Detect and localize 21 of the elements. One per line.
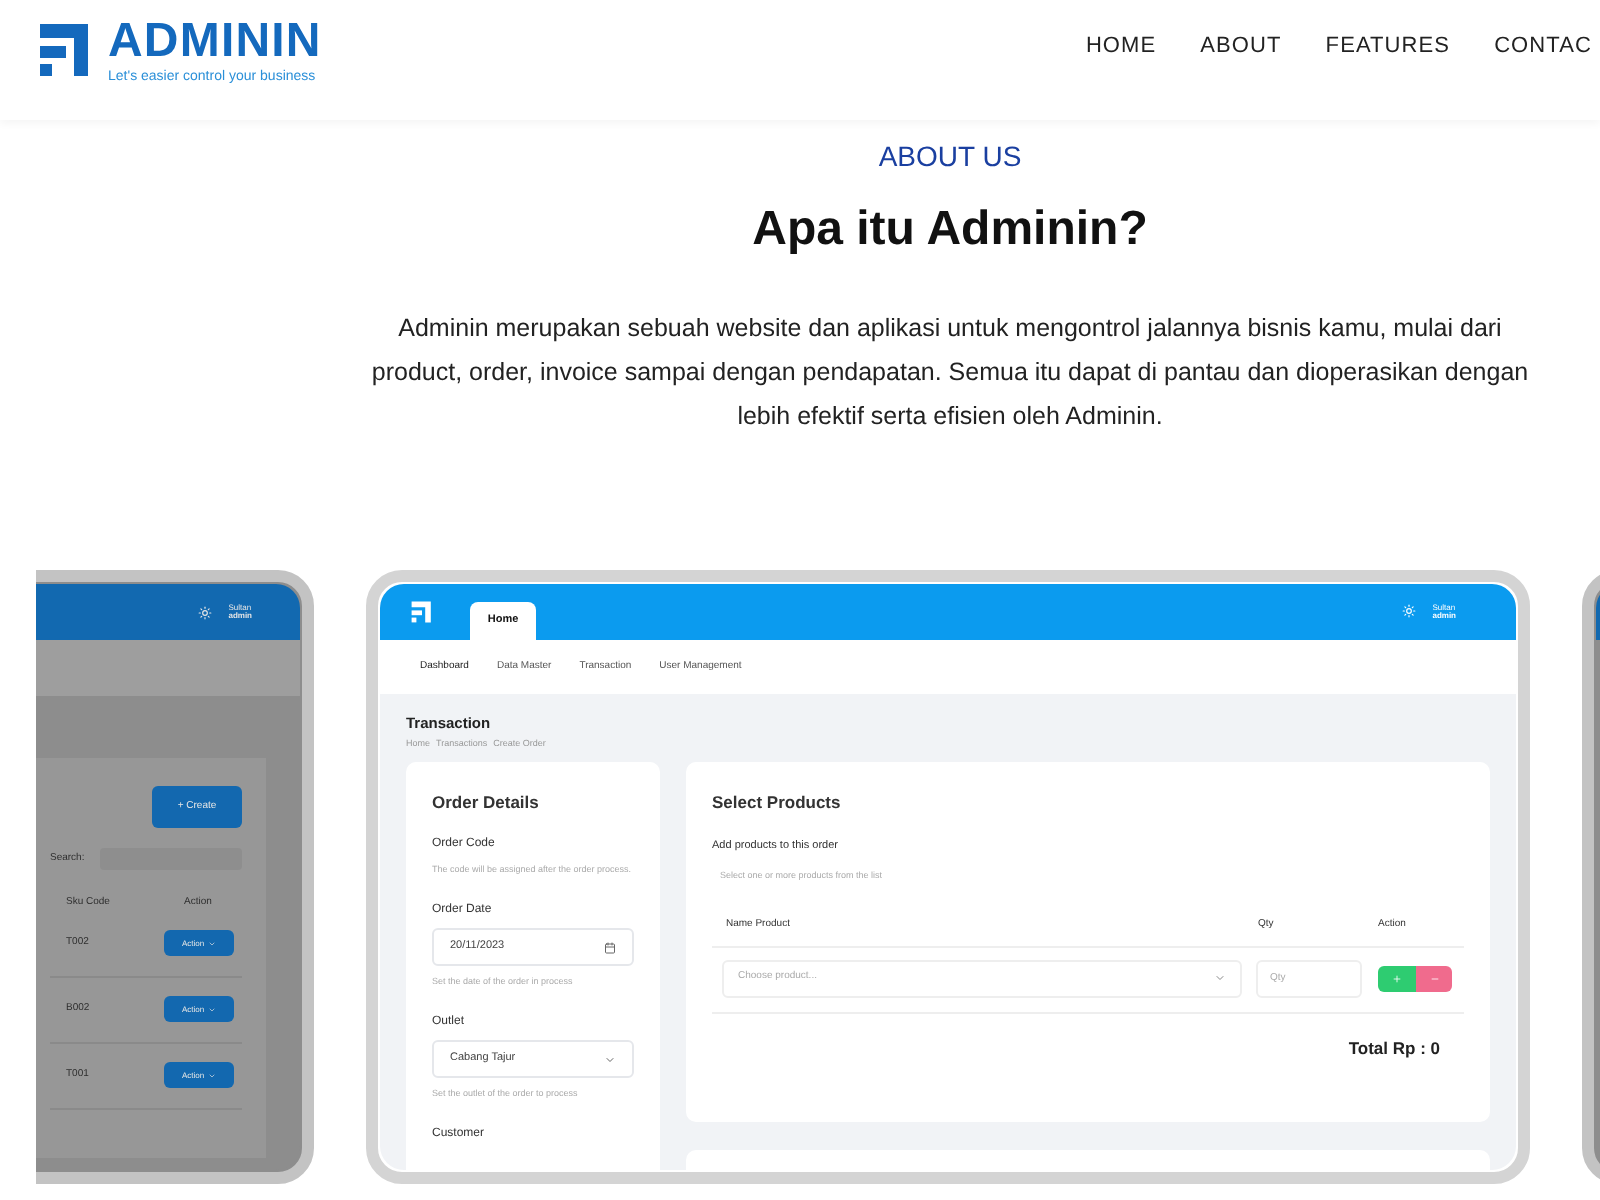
section-description: Adminin merupakan sebuah website dan aplikasi untuk mengontrol jalannya bisnis kamu, mulai dari product, order, invoice sampai dengan pendapatan. Semua itu dapat di pantau dan dioperasikan dengan lebih efektif serta efisien oleh Adminin. [369, 312, 1531, 434]
nav-link[interactable]: FEATURES [1325, 30, 1451, 63]
plus-icon [1392, 973, 1402, 983]
card-title: Order Details [432, 790, 541, 816]
logo-text: ADMININ [108, 16, 322, 68]
calendar-icon[interactable] [604, 941, 616, 953]
sun-icon[interactable] [198, 605, 213, 619]
app-logo-icon [410, 599, 434, 624]
add-button[interactable] [1378, 965, 1416, 991]
sun-icon[interactable] [1402, 604, 1417, 619]
nav-link[interactable]: HOME [1085, 30, 1157, 63]
minus-icon [1429, 973, 1439, 983]
section-title: Apa itu Adminin? [752, 200, 1148, 260]
remove-button[interactable] [1416, 965, 1452, 991]
chevron-icon [1214, 972, 1226, 984]
total-text: Total Rp : 0 [1348, 1035, 1440, 1061]
card-title: Select Products [712, 790, 843, 816]
nav-link[interactable]: CONTAC [1494, 30, 1592, 63]
chevron-icon [604, 1053, 616, 1065]
section-eyebrow: ABOUT US [878, 138, 1022, 176]
nav-link[interactable]: ABOUT [1200, 30, 1282, 63]
